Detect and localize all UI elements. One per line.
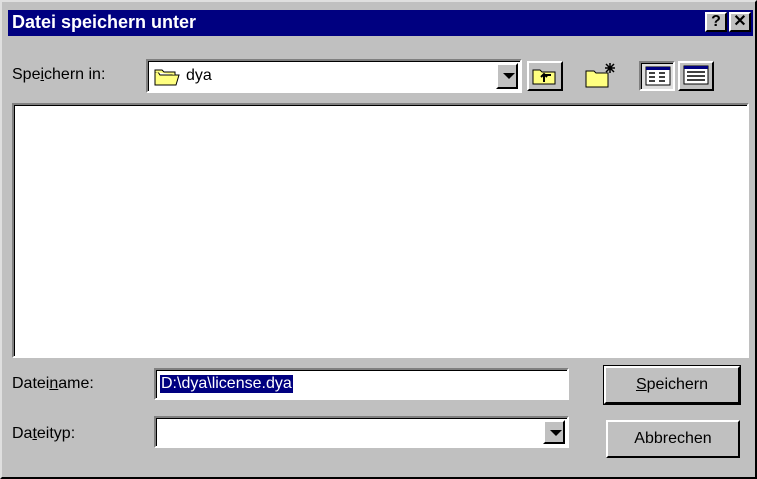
title-bar[interactable]: Datei speichern unter ? ✕ bbox=[8, 10, 753, 36]
filename-label: Dateiname: bbox=[12, 375, 94, 392]
up-one-level-button[interactable] bbox=[527, 61, 563, 91]
list-view-icon bbox=[645, 66, 671, 86]
save-as-dialog: Datei speichern unter ? ✕ Speichern in: … bbox=[0, 0, 757, 479]
folder-icon bbox=[154, 69, 180, 86]
filename-input-value: D:\dya\license.dya bbox=[160, 375, 293, 393]
save-in-label: Speichern in: bbox=[12, 66, 106, 83]
new-folder-icon bbox=[585, 63, 615, 88]
window-title: Datei speichern unter bbox=[12, 12, 197, 32]
filetype-label: Dateityp: bbox=[12, 425, 76, 442]
file-list[interactable] bbox=[12, 103, 749, 358]
filetype-dropdown-button[interactable] bbox=[543, 420, 565, 444]
help-icon: ? bbox=[711, 13, 721, 30]
close-button[interactable]: ✕ bbox=[729, 12, 751, 32]
cancel-button[interactable]: Abbrechen bbox=[606, 420, 740, 458]
close-icon: ✕ bbox=[733, 13, 747, 30]
save-in-dropdown-button[interactable] bbox=[496, 63, 518, 89]
current-folder-name: dya bbox=[186, 67, 212, 84]
details-view-icon bbox=[683, 65, 709, 85]
up-one-level-icon bbox=[532, 69, 556, 85]
details-view-button[interactable] bbox=[678, 61, 714, 91]
save-button[interactable]: Speichern bbox=[604, 366, 740, 404]
filename-input[interactable]: D:\dya\license.dya bbox=[154, 368, 569, 400]
help-button[interactable]: ? bbox=[705, 12, 727, 32]
save-in-combobox[interactable]: dya bbox=[146, 59, 522, 93]
filetype-combobox[interactable] bbox=[154, 416, 569, 448]
list-view-button[interactable] bbox=[639, 61, 675, 91]
new-folder-button[interactable] bbox=[584, 61, 620, 91]
